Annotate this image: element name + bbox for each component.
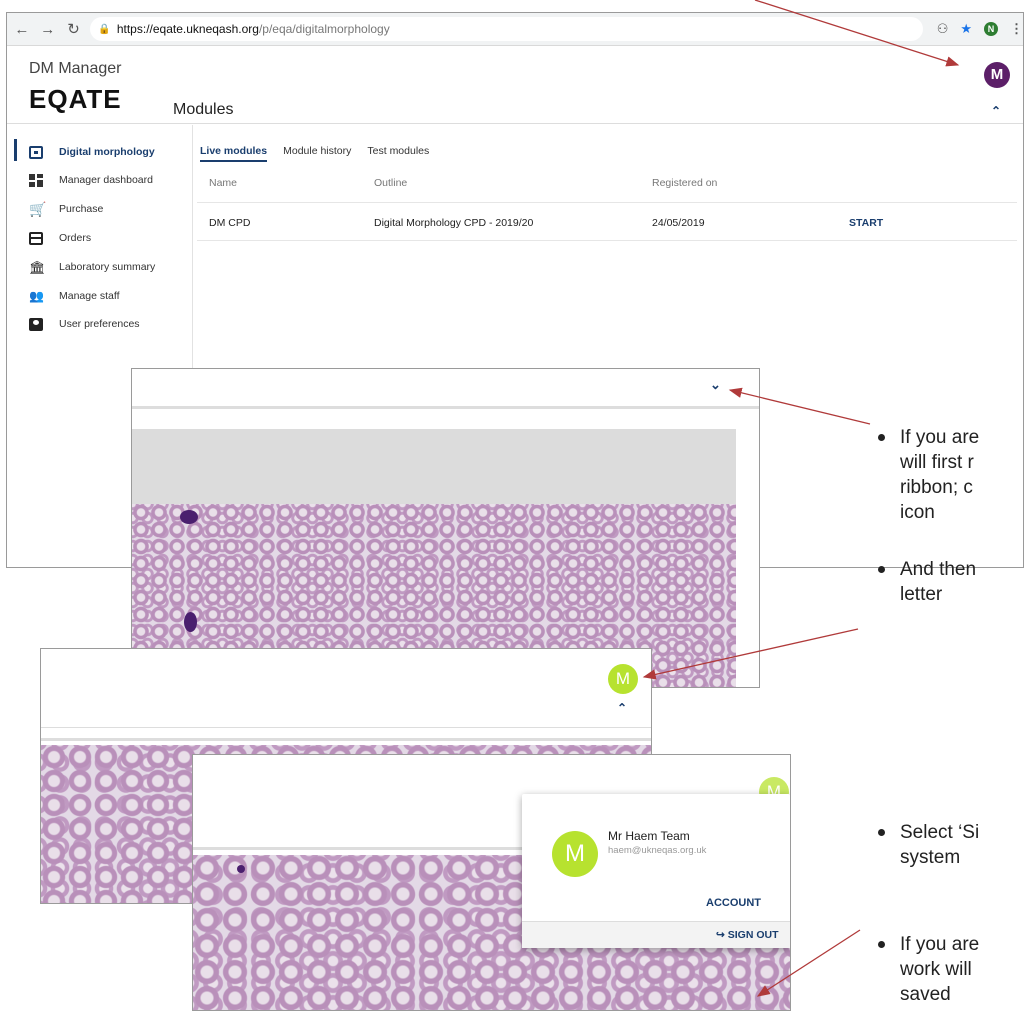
start-button[interactable]: START (849, 217, 883, 229)
key-icon[interactable]: ⚇ (937, 21, 949, 37)
avatar[interactable]: M (984, 62, 1010, 88)
sign-out-icon: ↪ (716, 929, 725, 941)
instruction-line: ribbon; c (900, 477, 973, 498)
table-row: DM CPD Digital Morphology CPD - 2019/20 … (197, 203, 1017, 241)
white-cell (180, 510, 198, 524)
sidebar-item-label: Laboratory summary (59, 261, 156, 273)
sidebar-item-purchase[interactable]: 🛒 Purchase (15, 198, 103, 220)
module-registered-date: 24/05/2019 (652, 217, 705, 229)
sidebar-item-orders[interactable]: Orders (15, 227, 91, 249)
people-icon: 👥 (29, 288, 44, 303)
tab-test-modules[interactable]: Test modules (367, 145, 429, 162)
column-header: Outline (374, 177, 408, 189)
star-icon[interactable]: ★ (960, 21, 972, 37)
instruction-line: will first r (900, 452, 974, 473)
menu-icon[interactable]: ⋮ (1010, 21, 1023, 37)
instruction-line: If you are (900, 934, 980, 955)
reload-icon[interactable]: ↻ (63, 20, 85, 38)
column-header: Registered on (652, 177, 718, 189)
profile-menu-footer: ↪ SIGN OUT (522, 921, 790, 948)
profile-email: haem@ukneqas.org.uk (608, 845, 707, 856)
chevron-down-icon[interactable]: ⌄ (710, 377, 721, 393)
app-header: DM Manager EQATE Modules M ⌃ (7, 46, 1023, 124)
instruction-line: If you are (900, 427, 980, 448)
sidebar-item-label: User preferences (59, 318, 140, 330)
chevron-up-icon[interactable]: ⌃ (617, 701, 627, 715)
account-box-icon (29, 317, 43, 331)
chevron-up-icon[interactable]: ⌃ (991, 104, 1001, 118)
bank-icon: 🏛 (29, 259, 46, 275)
sidebar-item-label: Digital morphology (59, 146, 155, 158)
module-name: DM CPD (209, 217, 251, 229)
sign-out-button[interactable]: ↪ SIGN OUT (716, 929, 779, 941)
sidebar-item-manager-dashboard[interactable]: Manager dashboard (15, 169, 153, 191)
image-header-panel (132, 429, 736, 504)
collapsed-ribbon: ⌄ (132, 369, 759, 409)
instruction-line: saved (900, 984, 951, 1005)
back-icon[interactable]: ← (11, 21, 33, 38)
profile-name: Mr Haem Team (608, 829, 690, 843)
forward-icon[interactable]: → (37, 21, 59, 38)
sidebar-item-label: Orders (59, 232, 92, 244)
url-path: /p/eqa/digitalmorphology (258, 22, 390, 36)
sign-out-screenshot: M M Mr Haem Team haem@ukneqas.org.uk ACC… (192, 754, 791, 1011)
instruction-line: system (900, 847, 961, 868)
module-tabs: Live modules Module history Test modules (200, 145, 429, 162)
instruction-line: icon (900, 502, 935, 523)
white-cell (184, 612, 197, 632)
extension-icon[interactable]: N (984, 22, 998, 36)
sidebar-item-label: Purchase (59, 203, 104, 215)
url-host: https://eqate.ukneqash.org (116, 22, 259, 36)
app-subtitle: DM Manager (29, 60, 122, 77)
page-title: Modules (173, 101, 234, 118)
browser-toolbar: ← → ↻ 🔒 https://eqate.ukneqash.org/p/eqa… (7, 13, 1023, 46)
calendar-icon (29, 145, 43, 159)
sign-out-label: SIGN OUT (727, 929, 779, 941)
sidebar-item-label: Manager dashboard (59, 174, 153, 186)
instruction-line: letter (900, 584, 943, 605)
sidebar-item-laboratory-summary[interactable]: 🏛 Laboratory summary (15, 256, 155, 278)
tab-module-history[interactable]: Module history (283, 145, 351, 162)
profile-menu: M Mr Haem Team haem@ukneqas.org.uk ACCOU… (522, 794, 790, 948)
column-header: Name (209, 177, 238, 189)
account-button[interactable]: ACCOUNT (706, 897, 761, 909)
ribbon-collapsed-screenshot: ⌄ (131, 368, 760, 688)
dashboard-icon (29, 173, 43, 187)
lock-icon: 🔒 (98, 23, 111, 35)
sidebar-item-digital-morphology[interactable]: Digital morphology (15, 141, 155, 163)
avatar[interactable]: M (608, 664, 638, 694)
tab-live-modules[interactable]: Live modules (200, 145, 268, 162)
instruction-line: Select ‘Si (900, 822, 980, 843)
white-cell (237, 865, 245, 873)
table-header: Name Outline Registered on (197, 163, 1017, 203)
module-outline: Digital Morphology CPD - 2019/20 (374, 217, 534, 229)
sidebar-item-user-preferences[interactable]: User preferences (15, 313, 140, 335)
cart-icon: 🛒 (29, 200, 47, 217)
app-logo: EQATE (29, 84, 122, 114)
sidebar-item-label: Manage staff (59, 290, 120, 302)
sidebar-item-manage-staff[interactable]: 👥 Manage staff (15, 285, 120, 307)
instruction-line: work will (900, 959, 972, 980)
modules-table: Name Outline Registered on DM CPD Digita… (197, 163, 1017, 241)
profile-avatar: M (552, 831, 598, 877)
instruction-line: And then (900, 559, 977, 580)
address-bar[interactable]: 🔒 https://eqate.ukneqash.org/p/eqa/digit… (90, 17, 923, 41)
credit-card-icon (29, 231, 43, 245)
